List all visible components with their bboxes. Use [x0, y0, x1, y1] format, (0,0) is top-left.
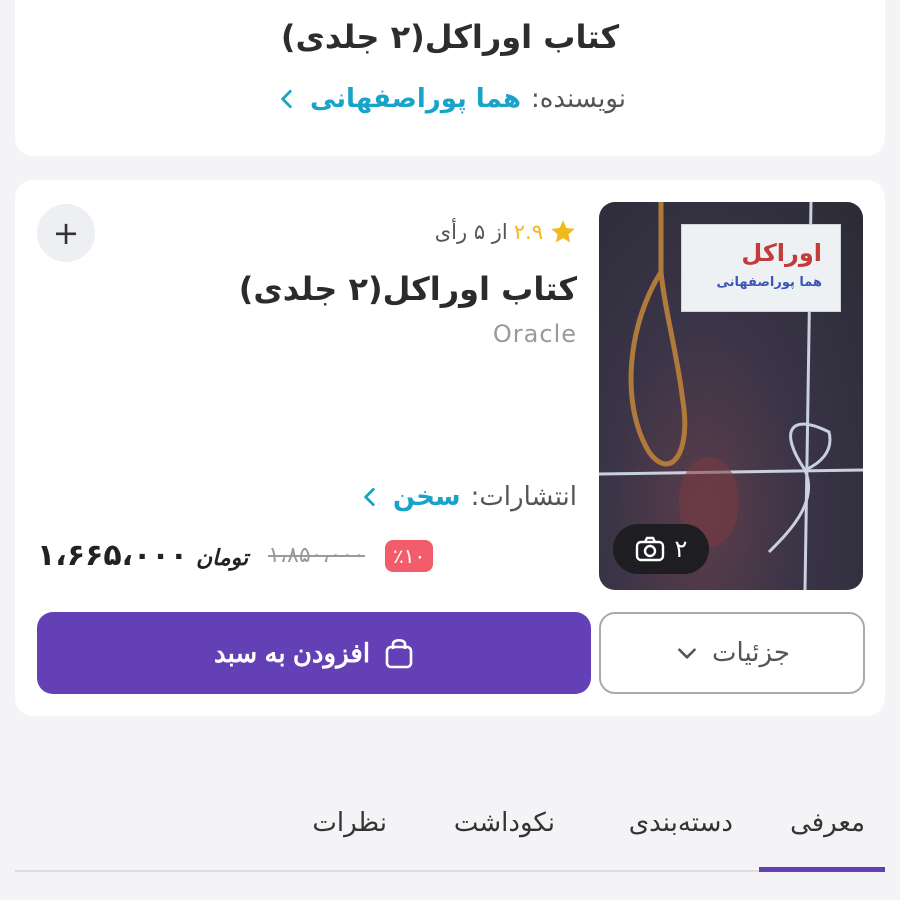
cover-label: اوراکل هما پوراصفهانی: [681, 224, 841, 312]
chevron-left-icon: [364, 488, 375, 506]
star-icon: [551, 220, 575, 243]
add-to-cart-label: افزودن به سبد: [213, 637, 371, 668]
author-row[interactable]: نویسنده: هما پوراصفهانی: [15, 84, 885, 114]
tab-category[interactable]: دسته‌بندی: [629, 808, 733, 838]
add-to-list-button[interactable]: +: [37, 204, 95, 262]
page-title: کتاب اوراکل(۲ جلدی): [280, 18, 620, 56]
publisher-link[interactable]: سخن: [393, 482, 461, 512]
old-price: ۱،۸۵۰،۰۰۰: [268, 543, 366, 568]
camera-icon: [635, 536, 664, 562]
author-link[interactable]: هما پوراصفهانی: [310, 84, 521, 114]
shopping-bag-icon: [385, 638, 413, 669]
product-subtitle: Oracle: [492, 320, 577, 348]
details-label: جزئیات: [712, 638, 790, 668]
publisher-row[interactable]: انتشارات: سخن: [357, 482, 577, 512]
tab-care[interactable]: نکوداشت: [454, 808, 555, 838]
cover-title: اوراکل: [741, 239, 822, 267]
price-value: ۱،۶۶۵،۰۰۰: [37, 538, 188, 573]
tab-intro[interactable]: معرفی: [790, 808, 865, 838]
chevron-down-icon: [678, 648, 696, 659]
publisher-label: انتشارات:: [470, 482, 577, 512]
tab-reviews[interactable]: نظرات: [312, 808, 387, 838]
product-title: کتاب اوراکل(۲ جلدی): [238, 270, 577, 308]
currency-label: تومان: [195, 546, 249, 571]
tab-bar: معرفی دسته‌بندی نکوداشت نظرات: [15, 790, 885, 872]
chevron-left-icon: [281, 90, 292, 108]
rating-value: ۲.۹: [513, 220, 543, 244]
rating-row: ۲.۹ از ۵ رأی: [435, 218, 577, 246]
author-label: نویسنده:: [531, 84, 627, 114]
price-row: ۱،۶۶۵،۰۰۰ تومان ۱،۸۵۰،۰۰۰ ٪۱۰: [37, 538, 434, 573]
discount-badge: ٪۱۰: [385, 539, 434, 572]
book-cover-image[interactable]: اوراکل هما پوراصفهانی ۲: [599, 202, 863, 590]
cover-author: هما پوراصفهانی: [716, 275, 822, 290]
image-count-badge[interactable]: ۲: [613, 524, 709, 574]
image-count: ۲: [674, 535, 688, 563]
header-card: کتاب اوراکل(۲ جلدی) نویسنده: هما پوراصفه…: [15, 0, 885, 156]
details-button[interactable]: جزئیات: [599, 612, 865, 694]
active-tab-indicator: [759, 867, 885, 872]
final-price: ۱،۶۶۵،۰۰۰ تومان: [37, 538, 248, 573]
rating-count: از ۵ رأی: [434, 220, 508, 244]
plus-icon: +: [52, 214, 80, 252]
add-to-cart-button[interactable]: افزودن به سبد: [37, 612, 591, 694]
product-card: اوراکل هما پوراصفهانی ۲ ۲.۹ از ۵ رأی کتا…: [15, 180, 885, 716]
